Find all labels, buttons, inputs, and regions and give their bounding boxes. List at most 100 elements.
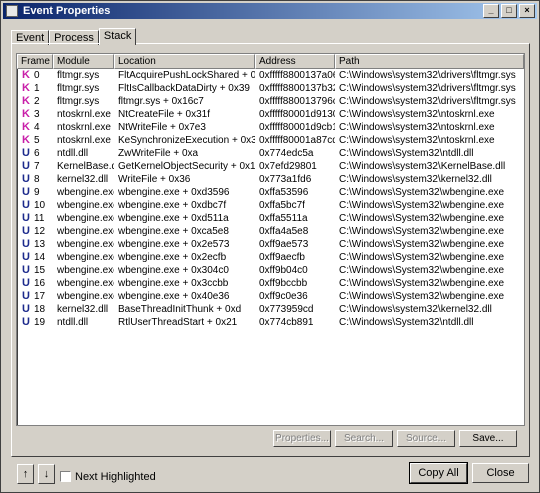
stack-frame-row[interactable]: U7 KernelBase.dll GetKernelObjectSecurity … — [17, 160, 524, 173]
arrow-up-icon: ↑ — [22, 468, 29, 480]
module-cell: ntoskrnl.exe — [57, 122, 111, 133]
stack-frame-row[interactable]: U 8 kernel32.dll WriteFile + 0x36 0x773a1fd6… — [17, 173, 524, 186]
tab-strip: Event Process Stack — [11, 28, 137, 45]
stack-frame-row[interactable]: U 12 wbengine.exe wbengine.exe + 0xca5e8 0xf… — [17, 225, 524, 238]
stack-frame-row[interactable]: U 19 ntdll.dll RtlUserThreadStart + 0x21 0x7… — [17, 316, 524, 329]
minimize-button[interactable]: _ — [483, 4, 499, 18]
frame-number: 1 — [34, 83, 40, 94]
source-button[interactable]: Source... — [397, 430, 455, 447]
stack-frame-row[interactable]: U 6 ntdll.dll ZwWriteFile + 0xa 0x774edc5a C:… — [17, 147, 524, 160]
frame-number: 16 — [34, 278, 46, 289]
stack-frame-row[interactable]: K 4 ntoskrnl.exe NtWriteFile + 0x7e3 0xfffff… — [17, 121, 524, 134]
location-cell: wbengine.exe + 0xca5e8 — [118, 226, 229, 237]
column-header-frame[interactable]: Frame — [17, 54, 53, 69]
next-highlighted-label: Next Highlighted — [75, 471, 156, 483]
frame-cell: U 12 — [17, 225, 53, 238]
module-cell: wbengine.exe — [57, 239, 114, 250]
stack-frame-row[interactable]: U 14 wbengine.exe wbengine.exe + 0x2ecfb 0xf… — [17, 251, 524, 264]
path-cell: C:\Windows\system32\drivers\fltmgr.sys — [339, 70, 516, 81]
stack-frame-row[interactable]: U 16 wbengine.exe wbengine.exe + 0x3ccbb 0xf… — [17, 277, 524, 290]
module-cell: wbengine.exe — [57, 213, 114, 224]
module-cell: ntoskrnl.exe — [57, 109, 111, 120]
stack-frame-row[interactable]: K 2 fltmgr.sys fltmgr.sys + 0x16c7 0xfffff88… — [17, 95, 524, 108]
copy-all-button[interactable]: Copy All — [409, 462, 468, 484]
next-highlighted-checkbox[interactable] — [60, 471, 71, 482]
frame-cell: U 15 — [17, 264, 53, 277]
search-button[interactable]: Search... — [335, 430, 393, 447]
path-cell: C:\Windows\System32\wbengine.exe — [339, 187, 505, 198]
close-button[interactable]: Close — [472, 463, 529, 483]
path-cell: C:\Windows\System32\ntdll.dll — [339, 148, 474, 159]
frame-cell: U 13 — [17, 238, 53, 251]
frame-cell: U 19 — [17, 316, 53, 329]
path-cell: C:\Windows\System32\wbengine.exe — [339, 265, 505, 276]
location-cell: WriteFile + 0x36 — [118, 174, 191, 185]
user-mode-icon: U — [22, 212, 30, 224]
stack-frame-row[interactable]: U 10 wbengine.exe wbengine.exe + 0xdbc7f 0xf… — [17, 199, 524, 212]
stack-frame-row[interactable]: K 0 fltmgr.sys FltAcquirePushLockShared + 0… — [17, 69, 524, 82]
path-cell: C:\Windows\system32\ntoskrnl.exe — [339, 109, 495, 120]
stack-frame-row[interactable]: K 3 ntoskrnl.exe NtCreateFile + 0x31f 0xffff… — [17, 108, 524, 121]
frame-cell: K3 — [17, 108, 53, 121]
address-cell: 0xfffff880013796c7 — [259, 96, 335, 107]
user-mode-icon: U — [22, 160, 30, 172]
address-cell: 0x7efd29801 — [259, 161, 317, 172]
address-cell: 0xfffff80001a87cd3 — [259, 135, 335, 146]
path-cell: C:\Windows\System32\wbengine.exe — [339, 239, 505, 250]
properties-button[interactable]: Properties... — [273, 430, 331, 447]
location-cell: GetKernelObjectSecurity + 0x171 — [118, 161, 255, 172]
frame-number: 5 — [34, 135, 40, 146]
address-cell: 0x773a1fd6 — [259, 174, 312, 185]
stack-frame-row[interactable]: U 17 wbengine.exe wbengine.exe + 0x40e36 0xf… — [17, 290, 524, 303]
address-cell: 0xff9ae573 — [259, 239, 309, 250]
column-header-address[interactable]: Address — [255, 54, 335, 69]
column-header-location[interactable]: Location — [114, 54, 255, 69]
stack-frame-row[interactable]: U 13 wbengine.exe wbengine.exe + 0x2e573 0xf… — [17, 238, 524, 251]
column-header-path[interactable]: Path — [335, 54, 524, 69]
stack-frame-row[interactable]: U 15 wbengine.exe wbengine.exe + 0x304c0 0xf… — [17, 264, 524, 277]
event-properties-window: Event Properties _ □ × Event Process Sta… — [0, 0, 540, 493]
module-cell: ntdll.dll — [57, 148, 89, 159]
location-cell: NtWriteFile + 0x7e3 — [118, 122, 206, 133]
module-cell: wbengine.exe — [57, 291, 114, 302]
location-cell: wbengine.exe + 0x2ecfb — [118, 252, 227, 263]
app-icon — [6, 5, 18, 17]
frame-number: 14 — [34, 252, 46, 263]
frame-number: 2 — [34, 96, 40, 107]
user-mode-icon: U — [22, 316, 30, 328]
kernel-mode-icon: K — [22, 95, 30, 107]
module-cell: fltmgr.sys — [57, 83, 100, 94]
column-header-module[interactable]: Module — [53, 54, 114, 69]
stack-frame-row[interactable]: U 11 wbengine.exe wbengine.exe + 0xd511a 0xf… — [17, 212, 524, 225]
address-cell: 0xff9aecfb — [259, 252, 305, 263]
location-cell: wbengine.exe + 0xd3596 — [118, 187, 230, 198]
move-down-button[interactable]: ↓ — [38, 464, 55, 484]
path-cell: C:\Windows\System32\wbengine.exe — [339, 226, 505, 237]
location-cell: ZwWriteFile + 0xa — [118, 148, 199, 159]
module-cell: wbengine.exe — [57, 187, 114, 198]
stack-frame-row[interactable]: U 9 wbengine.exe wbengine.exe + 0xd3596 0xff… — [17, 186, 524, 199]
path-cell: C:\Windows\system32\kernel32.dll — [339, 304, 492, 315]
save-button[interactable]: Save... — [459, 430, 517, 447]
stack-frame-row[interactable]: U 18 kernel32.dll BaseThreadInitThunk + 0xd… — [17, 303, 524, 316]
list-header: Frame Module Location Address Path — [17, 54, 524, 69]
path-cell: C:\Windows\System32\wbengine.exe — [339, 278, 505, 289]
stack-frame-row[interactable]: K 5 ntoskrnl.exe KeSynchronizeExecution + 0… — [17, 134, 524, 147]
tab-stack[interactable]: Stack — [98, 28, 137, 45]
stack-list[interactable]: Frame Module Location Address Path K 0 flt… — [16, 53, 525, 426]
title-bar[interactable]: Event Properties _ □ × — [3, 3, 537, 19]
move-up-button[interactable]: ↑ — [17, 464, 34, 484]
maximize-button[interactable]: □ — [501, 4, 517, 18]
location-cell: wbengine.exe + 0xdbc7f — [118, 200, 227, 211]
location-cell: fltmgr.sys + 0x16c7 — [118, 96, 204, 107]
stack-frame-row[interactable]: K 1 fltmgr.sys FltIsCallbackDataDirty + 0x3… — [17, 82, 524, 95]
location-cell: wbengine.exe + 0x40e36 — [118, 291, 230, 302]
frame-cell: K2 — [17, 95, 53, 108]
frame-cell: K5 — [17, 134, 53, 147]
address-cell: 0xffa4a5e8 — [259, 226, 309, 237]
frame-cell: U 11 — [17, 212, 53, 225]
address-cell: 0xff9bccbb — [259, 278, 308, 289]
user-mode-icon: U — [22, 199, 30, 211]
location-cell: FltAcquirePushLockShared + 0x907 — [118, 70, 255, 81]
close-window-button[interactable]: × — [519, 4, 535, 18]
